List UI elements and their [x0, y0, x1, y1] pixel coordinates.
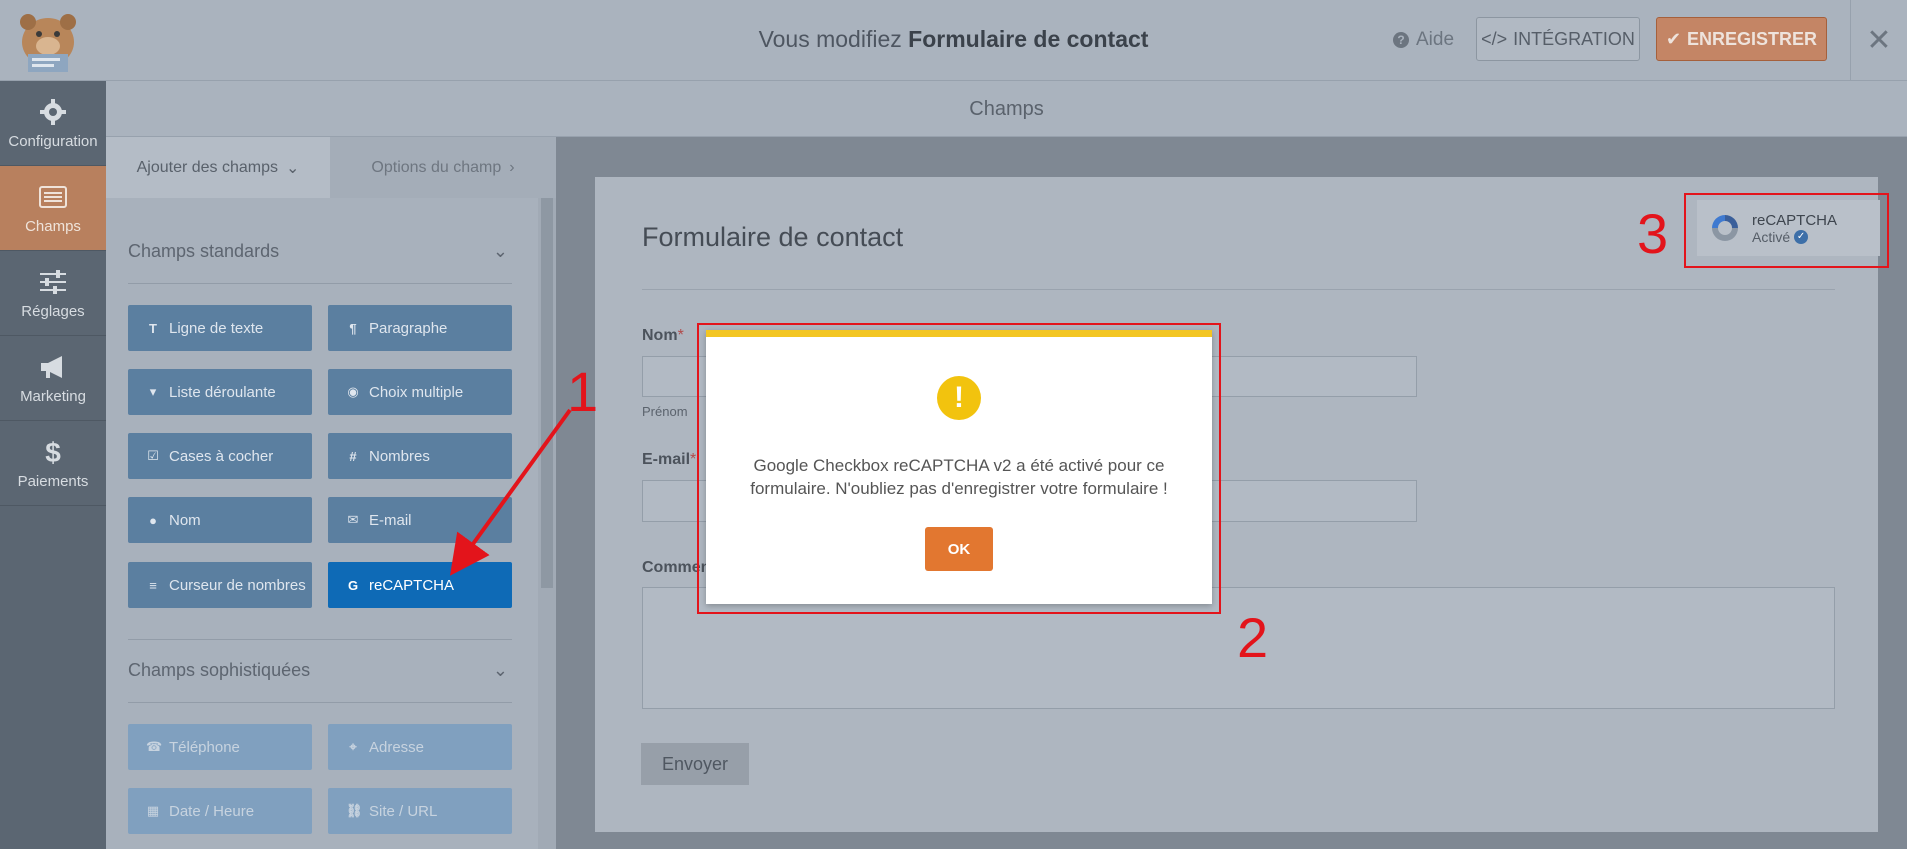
annotation-arrow — [449, 408, 572, 576]
